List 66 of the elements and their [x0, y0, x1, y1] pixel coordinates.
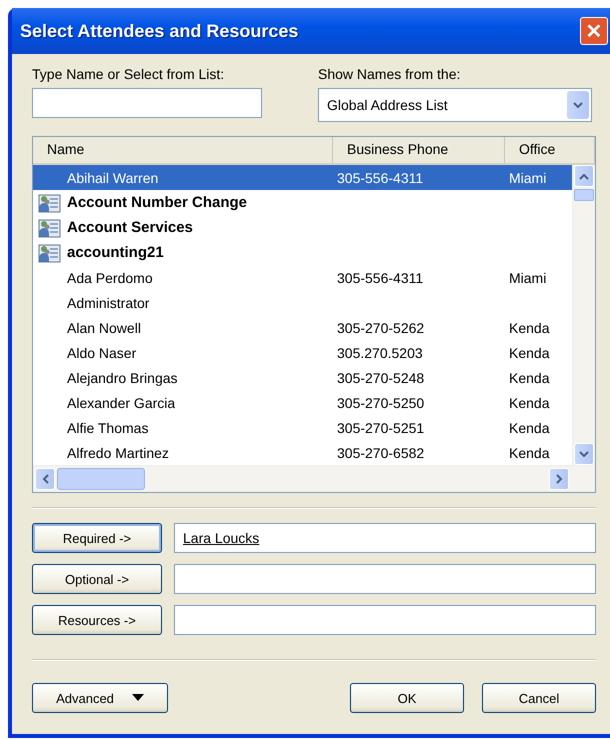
name-input-field[interactable]: [32, 88, 262, 118]
phone-number: 305-270-5251: [336, 420, 426, 436]
horizontal-scrollbar[interactable]: [33, 465, 595, 492]
contact-name: Alejandro Bringas: [66, 370, 178, 386]
office-location: Kenda: [508, 344, 550, 360]
office-location: Miami: [508, 170, 548, 186]
window-title: Select Attendees and Resources: [20, 20, 298, 42]
group-name: Account Services: [66, 219, 193, 236]
list-row[interactable]: Abihail Warren 305-556-4311 Miami: [33, 165, 572, 190]
list-row[interactable]: Alfie Thomas 305-270-5251 Kenda: [33, 415, 572, 440]
distribution-list-icon: [37, 242, 61, 262]
contact-name: Alfredo Martinez: [66, 444, 169, 460]
contact-name: Abihail Warren: [66, 170, 158, 186]
recipient-button[interactable]: Resources ->: [32, 605, 162, 635]
cancel-button[interactable]: Cancel: [482, 683, 596, 713]
phone-number: 305.270.5203: [336, 344, 424, 360]
field-label: Type Name or Select from List:: [32, 66, 226, 82]
office-location: Kenda: [508, 320, 550, 336]
list-row[interactable]: Alexander Garcia 305-270-5250 Kenda: [33, 390, 572, 415]
group-name: Account Number Change: [66, 194, 248, 211]
address-list-dropdown[interactable]: Global Address List: [318, 88, 592, 122]
phone-number: 305-270-5262: [336, 320, 426, 336]
office-location: Kenda: [508, 444, 550, 460]
field-label: Show Names from the:: [318, 66, 462, 82]
scroll-thumb[interactable]: [574, 189, 594, 201]
contact-name: Alan Nowell: [66, 320, 141, 336]
list-row[interactable]: Ada Perdomo 305-556-4311 Miami: [33, 265, 572, 290]
contact-name: Administrator: [66, 294, 150, 310]
phone-number: 305-556-4311: [336, 170, 424, 186]
contact-name: Aldo Naser: [66, 344, 136, 360]
ok-button[interactable]: OK: [350, 683, 464, 713]
dropdown-arrow-icon: [132, 694, 144, 702]
phone-number: 305-270-5248: [336, 370, 426, 386]
list-row[interactable]: Alejandro Bringas 305-270-5248 Kenda: [33, 365, 572, 390]
phone-number: 305-270-5250: [336, 394, 426, 410]
contact-name: Alfie Thomas: [66, 420, 148, 436]
recipient-field[interactable]: [174, 564, 596, 594]
recipient-button[interactable]: Optional ->: [32, 564, 162, 594]
list-row[interactable]: Aldo Naser 305.270.5203 Kenda: [33, 340, 572, 365]
list-row[interactable]: Administrator: [33, 290, 572, 315]
contact-name: Ada Perdomo: [66, 270, 153, 286]
recipient-field[interactable]: [174, 605, 596, 635]
column-header[interactable]: Name: [33, 137, 333, 163]
column-header[interactable]: Business Phone: [333, 137, 505, 163]
office-location: Kenda: [508, 394, 550, 410]
contact-name: Alexander Garcia: [66, 394, 176, 410]
distribution-list-icon: [37, 192, 61, 212]
list-row[interactable]: Account Services: [33, 215, 572, 240]
phone-number: 305-556-4311: [336, 270, 424, 286]
list-row[interactable]: Alfredo Martinez 305-270-6582 Kenda: [33, 440, 572, 465]
distribution-list-icon: [37, 218, 61, 238]
office-location: Miami: [508, 270, 548, 286]
vertical-scrollbar[interactable]: [572, 165, 595, 465]
group-name: accounting21: [66, 244, 164, 261]
office-location: Kenda: [508, 370, 550, 386]
list-row[interactable]: accounting21: [33, 240, 572, 265]
column-header[interactable]: Office: [505, 137, 595, 163]
phone-number: 305-270-6582: [336, 444, 426, 460]
recipient-button[interactable]: Required ->: [32, 523, 162, 553]
list-row[interactable]: Alan Nowell 305-270-5262 Kenda: [33, 315, 572, 340]
scroll-thumb[interactable]: [57, 468, 145, 490]
advanced-button[interactable]: Advanced: [32, 683, 168, 713]
recipient-field[interactable]: Lara Loucks: [174, 523, 596, 553]
list-row[interactable]: Account Number Change: [33, 190, 572, 215]
office-location: Kenda: [508, 420, 550, 436]
close-button[interactable]: ✕: [580, 17, 608, 45]
